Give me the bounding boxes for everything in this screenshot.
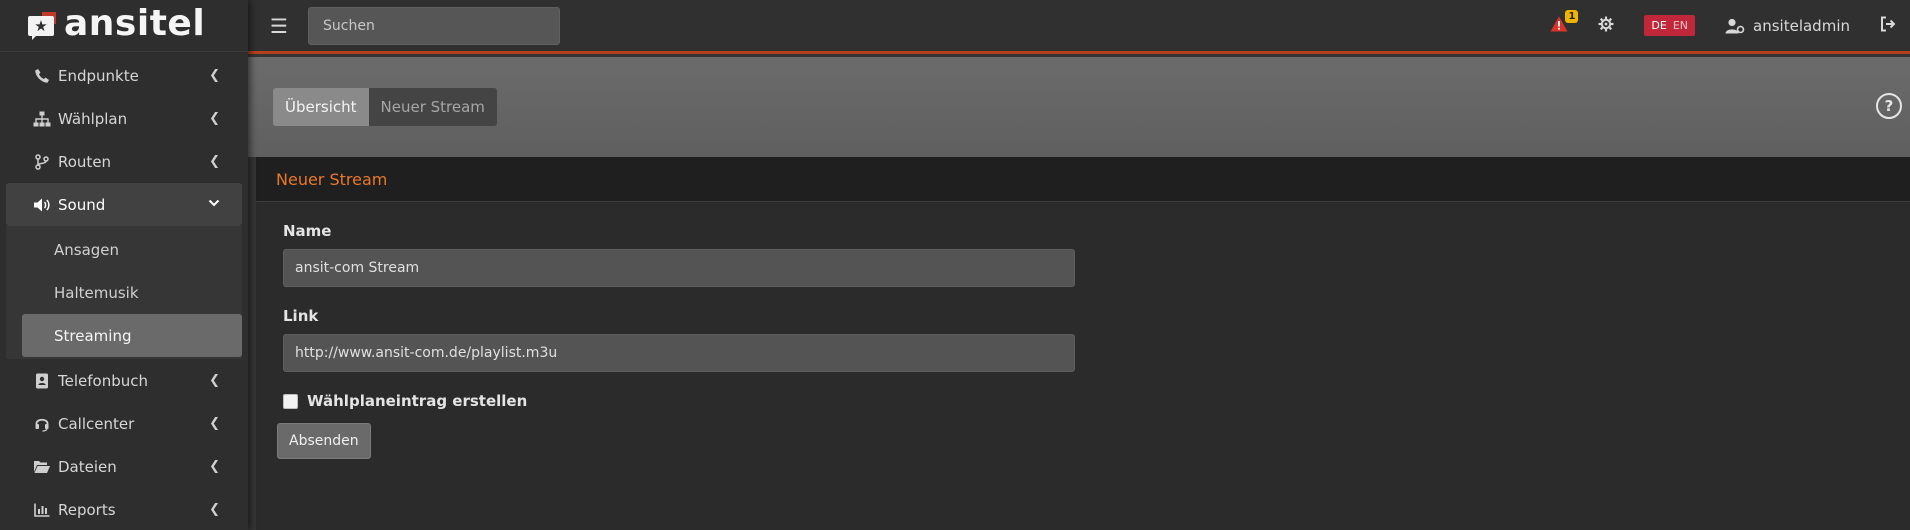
tab-new-stream[interactable]: Neuer Stream xyxy=(368,88,497,126)
address-book-icon xyxy=(32,373,52,389)
lang-en[interactable]: EN xyxy=(1673,19,1688,32)
sidebar-item-label: Wählplan xyxy=(58,109,128,128)
dialplan-entry-label[interactable]: Wählplaneintrag erstellen xyxy=(307,392,527,410)
sign-out-icon xyxy=(1880,16,1896,36)
brand-name: ansitel xyxy=(64,2,206,44)
sidebar-item-label: Routen xyxy=(58,152,112,171)
link-field[interactable] xyxy=(283,334,1075,372)
topbar-actions: 1 DE EN ansiteladmin xyxy=(1520,0,1910,51)
sidebar-subitem-haltemusik[interactable]: Haltemusik xyxy=(22,271,242,314)
chevron-left-icon: ❮ xyxy=(209,373,220,388)
folder-open-icon xyxy=(32,460,52,474)
sidebar-item-label: Endpunkte xyxy=(58,66,139,85)
sidebar-item-label: Sound xyxy=(58,195,106,214)
name-label: Name xyxy=(283,222,332,240)
sidebar-item-reports[interactable]: Reports ❮ xyxy=(6,488,242,530)
name-field[interactable] xyxy=(283,249,1075,287)
hamburger-icon[interactable]: ☰ xyxy=(270,14,298,38)
language-switch[interactable]: DE EN xyxy=(1644,15,1696,36)
sitemap-icon xyxy=(32,111,52,127)
sidebar-item-label: Reports xyxy=(58,500,116,519)
search-input[interactable] xyxy=(308,6,560,45)
chevron-left-icon: ❮ xyxy=(209,111,220,126)
sidebar-item-telefonbuch[interactable]: Telefonbuch ❮ xyxy=(6,359,242,402)
chevron-left-icon: ❮ xyxy=(209,416,220,431)
user-name: ansiteladmin xyxy=(1753,16,1850,35)
sidebar: ★ ansitel Endpunkte ❮ Wählplan ❮ Routen … xyxy=(0,0,248,530)
sidebar-item-label: Dateien xyxy=(58,457,117,476)
sidebar-subitem-streaming[interactable]: Streaming xyxy=(22,314,242,357)
topbar: ☰ 1 DE EN ansiteladmin xyxy=(248,0,1910,54)
sidebar-nav: Endpunkte ❮ Wählplan ❮ Routen ❮ Sound xyxy=(0,52,248,226)
stream-form: Name Link Wählplaneintrag erstellen xyxy=(256,222,1910,410)
chevron-left-icon: ❮ xyxy=(209,68,220,83)
chevron-left-icon: ❮ xyxy=(209,502,220,517)
page-header: Übersicht Neuer Stream ? xyxy=(248,57,1910,157)
dialplan-entry-row: Wählplaneintrag erstellen xyxy=(283,392,1883,410)
logo-icon: ★ xyxy=(28,11,58,40)
sound-submenu: Ansagen Haltemusik Streaming xyxy=(6,226,242,359)
sidebar-nav-lower: Telefonbuch ❮ Callcenter ❮ Dateien ❮ Rep… xyxy=(0,359,248,530)
card-title: Neuer Stream xyxy=(256,157,1910,202)
chart-bar-icon xyxy=(32,503,52,517)
chevron-left-icon: ❮ xyxy=(209,154,220,169)
code-branch-icon xyxy=(32,153,52,170)
brand[interactable]: ★ ansitel xyxy=(0,0,248,52)
chevron-down-icon xyxy=(208,197,220,212)
help-icon[interactable]: ? xyxy=(1876,93,1902,119)
phone-icon xyxy=(32,68,52,84)
sidebar-item-routen[interactable]: Routen ❮ xyxy=(6,140,242,183)
alert-count-badge: 1 xyxy=(1565,9,1579,23)
sidebar-item-dateien[interactable]: Dateien ❮ xyxy=(6,445,242,488)
logout-button[interactable] xyxy=(1880,16,1896,36)
main-content: Übersicht Neuer Stream ? Neuer Stream Na… xyxy=(248,57,1910,530)
tab-overview[interactable]: Übersicht xyxy=(273,88,369,126)
headset-icon xyxy=(32,416,52,432)
sidebar-item-label: Callcenter xyxy=(58,414,135,433)
submit-button[interactable]: Absenden xyxy=(277,423,371,459)
sidebar-item-label: Telefonbuch xyxy=(58,371,148,390)
sidebar-item-sound[interactable]: Sound xyxy=(6,183,242,226)
sidebar-subitem-ansagen[interactable]: Ansagen xyxy=(22,228,242,271)
alerts-button[interactable]: 1 xyxy=(1550,9,1579,36)
link-label: Link xyxy=(283,307,319,325)
volume-icon xyxy=(32,197,52,213)
sidebar-item-endpunkte[interactable]: Endpunkte ❮ xyxy=(6,54,242,97)
settings-button[interactable] xyxy=(1598,16,1614,36)
user-menu[interactable]: ansiteladmin xyxy=(1725,17,1850,35)
gear-icon xyxy=(1598,16,1614,36)
sidebar-item-waehlplan[interactable]: Wählplan ❮ xyxy=(6,97,242,140)
chevron-left-icon: ❮ xyxy=(209,459,220,474)
user-cog-icon xyxy=(1725,18,1745,34)
new-stream-card: Neuer Stream Name Link Wählplaneintrag e… xyxy=(256,157,1910,530)
page-tabs: Übersicht Neuer Stream xyxy=(273,88,497,126)
dialplan-entry-checkbox[interactable] xyxy=(283,393,298,409)
lang-de[interactable]: DE xyxy=(1651,19,1666,32)
sidebar-item-callcenter[interactable]: Callcenter ❮ xyxy=(6,402,242,445)
